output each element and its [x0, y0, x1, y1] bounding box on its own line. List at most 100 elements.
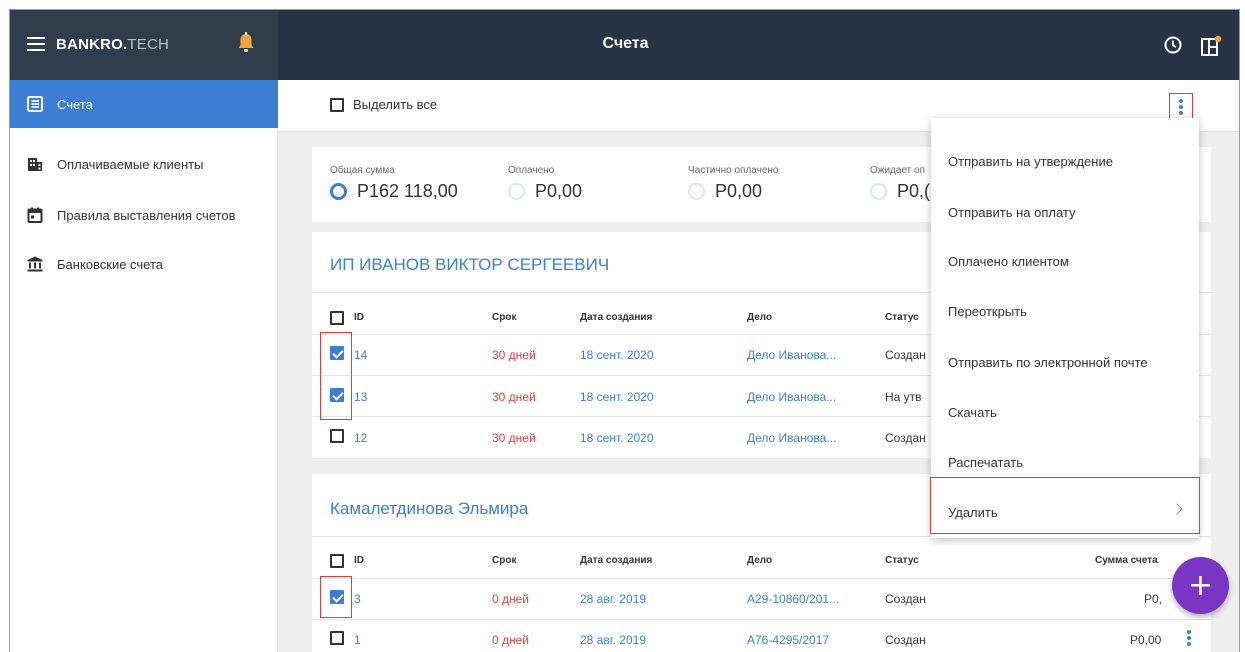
invoice-term: 30 дней — [492, 431, 536, 445]
invoice-id-link[interactable]: 1 — [354, 633, 361, 647]
summary-label: Частично оплачено — [688, 165, 779, 176]
invoices-icon — [27, 96, 43, 112]
sidebar: Счета Оплачиваемые клиенты Правила выста… — [10, 80, 278, 652]
summary-value: P0,00 — [715, 181, 763, 201]
invoice-case-link[interactable]: Дело Иванова... — [747, 390, 836, 404]
progress-ring-icon — [508, 183, 525, 200]
sidebar-item-bank-accounts[interactable]: Банковские счета — [10, 240, 278, 288]
checkbox-icon[interactable] — [330, 97, 344, 112]
group-title[interactable]: Камалетдинова Эльмира — [330, 499, 528, 519]
progress-ring-icon — [870, 183, 887, 200]
menu-item-send-email[interactable]: Отправить по электронной почте — [931, 338, 1199, 386]
group-select-checkbox[interactable] — [330, 311, 344, 325]
invoice-term: 0 дней — [492, 633, 530, 647]
bank-icon — [27, 256, 43, 272]
add-invoice-button[interactable]: + — [1172, 557, 1229, 614]
sidebar-item-billing-rules[interactable]: Правила выставления счетов — [10, 191, 278, 239]
summary-awaiting: Ожидает оп P0,( — [870, 165, 930, 202]
select-all-label: Выделить все — [353, 97, 438, 112]
sidebar-item-invoices[interactable]: Счета — [10, 80, 278, 128]
menu-item-send-for-approval[interactable]: Отправить на утверждение — [931, 137, 1199, 185]
group-title[interactable]: ИП ИВАНОВ ВИКТОР СЕРГЕЕВИЧ — [330, 255, 609, 275]
sidebar-item-clients[interactable]: Оплачиваемые клиенты — [10, 140, 278, 188]
menu-item-label: Отправить по электронной почте — [948, 354, 1148, 370]
clients-icon — [28, 158, 42, 171]
invoice-id-link[interactable]: 3 — [354, 592, 361, 606]
invoice-id-link[interactable]: 14 — [354, 348, 367, 362]
invoice-status: На утв — [885, 390, 922, 404]
more-actions-icon[interactable] — [1179, 99, 1183, 115]
summary-label: Оплачено — [508, 165, 555, 176]
column-header-created[interactable]: Дата создания — [580, 312, 652, 323]
summary-paid: Оплачено P0,00 — [508, 165, 582, 202]
menu-item-label: Отправить на оплату — [948, 204, 1076, 220]
summary-value: P0,( — [897, 181, 931, 201]
invoice-case-link[interactable]: Дело Иванова... — [747, 431, 836, 445]
menu-item-paid-by-client[interactable]: Оплачено клиентом — [931, 237, 1199, 285]
column-header-amount[interactable]: Сумма счета — [1095, 555, 1158, 566]
summary-total: Общая сумма P162 118,00 — [330, 165, 458, 202]
column-header-id[interactable]: ID — [354, 555, 364, 566]
column-header-term[interactable]: Срок — [492, 312, 516, 323]
invoice-term: 30 дней — [492, 348, 536, 362]
sidebar-item-label: Оплачиваемые клиенты — [57, 156, 204, 172]
column-header-id[interactable]: ID — [354, 312, 364, 323]
invoice-case-link[interactable]: Дело Иванова... — [747, 348, 836, 362]
top-bar: BANKRO.TECH Счета — [10, 10, 1239, 80]
invoice-status: Создан — [885, 348, 926, 362]
column-header-case[interactable]: Дело — [747, 312, 772, 323]
delete-highlight — [930, 477, 1200, 534]
select-all-checkbox[interactable]: Выделить все — [330, 97, 437, 112]
invoice-id-link[interactable]: 12 — [354, 431, 367, 445]
menu-item-download[interactable]: Скачать — [931, 388, 1199, 436]
row-actions-icon[interactable] — [1187, 630, 1191, 646]
row-checkbox[interactable] — [330, 429, 344, 443]
progress-ring-icon — [688, 183, 705, 200]
plus-icon: + — [1187, 568, 1214, 603]
column-header-case[interactable]: Дело — [747, 555, 772, 566]
invoice-term: 30 дней — [492, 390, 536, 404]
app-window: BANKRO.TECH Счета Счета Оплачиваемые кли… — [9, 9, 1240, 652]
column-header-status[interactable]: Статус — [885, 555, 919, 566]
invoice-status: Создан — [885, 431, 926, 445]
actions-dropdown-menu: Отправить на утверждение Отправить на оп… — [931, 118, 1199, 538]
summary-label: Общая сумма — [330, 165, 395, 176]
invoice-id-link[interactable]: 13 — [354, 390, 367, 404]
row-checkbox[interactable] — [330, 631, 344, 645]
menu-item-label: Скачать — [948, 404, 997, 420]
invoice-created-date: 18 сент. 2020 — [580, 348, 654, 362]
sidebar-item-label: Счета — [57, 96, 93, 112]
layout-icon[interactable] — [1200, 35, 1222, 57]
invoice-status: Создан — [885, 633, 926, 647]
invoice-created-date: 28 авг. 2019 — [580, 592, 647, 606]
invoice-created-date: 28 авг. 2019 — [580, 633, 647, 647]
invoice-status: Создан — [885, 592, 926, 606]
summary-value: P0,00 — [535, 181, 583, 201]
sidebar-item-label: Правила выставления счетов — [57, 207, 236, 223]
invoice-created-date: 18 сент. 2020 — [580, 431, 654, 445]
sidebar-item-label: Банковские счета — [57, 256, 164, 272]
column-header-status[interactable]: Статус — [885, 312, 919, 323]
calendar-icon — [27, 207, 43, 223]
invoice-case-link[interactable]: A29-10860/201... — [747, 592, 839, 606]
checkbox-highlight — [320, 332, 352, 420]
invoice-case-link[interactable]: A76-4295/2017 — [747, 633, 829, 647]
summary-label: Ожидает оп — [870, 165, 926, 176]
menu-item-label: Оплачено клиентом — [948, 253, 1069, 269]
menu-item-send-for-payment[interactable]: Отправить на оплату — [931, 188, 1199, 236]
summary-partially-paid: Частично оплачено P0,00 — [688, 165, 778, 202]
column-header-term[interactable]: Срок — [492, 555, 516, 566]
invoice-created-date: 18 сент. 2020 — [580, 390, 654, 404]
menu-item-label: Отправить на утверждение — [948, 153, 1113, 169]
menu-item-label: Распечатать — [948, 454, 1024, 470]
checkbox-highlight — [320, 576, 352, 618]
group-select-checkbox[interactable] — [330, 554, 344, 568]
clock-icon[interactable] — [1164, 36, 1182, 54]
menu-item-reopen[interactable]: Переоткрыть — [931, 287, 1199, 335]
summary-value: P162 118,00 — [357, 181, 458, 201]
invoice-amount: P0, — [1144, 592, 1163, 606]
menu-item-label: Переоткрыть — [948, 303, 1027, 319]
column-header-created[interactable]: Дата создания — [580, 555, 652, 566]
progress-ring-icon — [330, 183, 347, 200]
invoice-amount: P0,00 — [1130, 633, 1162, 647]
